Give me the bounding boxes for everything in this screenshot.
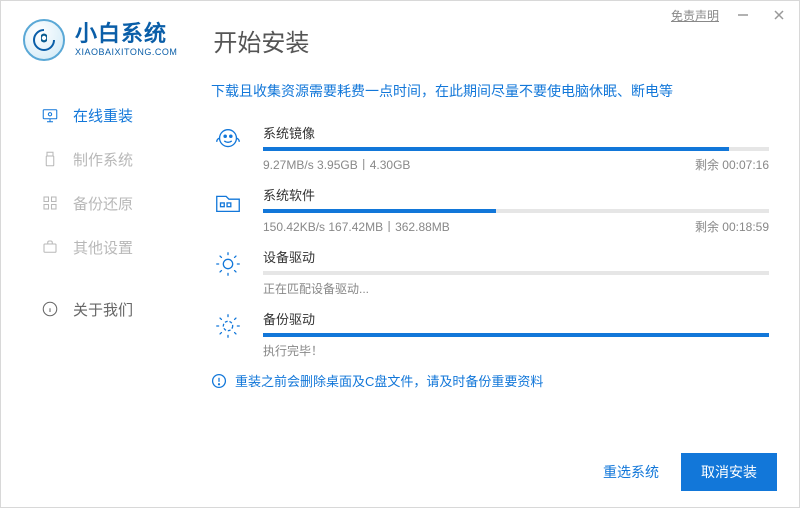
progress-bar (263, 271, 769, 275)
warning-text: 重装之前会删除桌面及C盘文件，请及时备份重要资料 (235, 371, 543, 390)
sidebar-item-about[interactable]: 关于我们 (1, 287, 177, 331)
image-task-icon (211, 123, 245, 157)
grid-icon (41, 194, 59, 212)
task-system-image: 系统镜像 9.27MB/s 3.95GB丨4.30GB 剩余 00:07:16 (211, 123, 769, 173)
task-drivers: 设备驱动 正在匹配设备驱动... (211, 247, 769, 297)
task-software: 系统软件 150.42KB/s 167.42MB丨362.88MB 剩余 00:… (211, 185, 769, 235)
briefcase-icon (41, 238, 59, 256)
progress-fill (263, 209, 496, 213)
warning-row: 重装之前会删除桌面及C盘文件，请及时备份重要资料 (211, 371, 769, 390)
gear-icon (211, 247, 245, 281)
progress-bar (263, 147, 769, 151)
task-backup-drivers: 备份驱动 执行完毕！ (211, 309, 769, 359)
task-title: 系统镜像 (263, 123, 769, 142)
sidebar-item-label: 其他设置 (73, 237, 133, 258)
minimize-button[interactable] (731, 3, 755, 27)
task-detail: 150.42KB/s 167.42MB丨362.88MB (263, 218, 450, 235)
info-icon (41, 300, 59, 318)
sidebar-item-reinstall[interactable]: 在线重装 (1, 93, 177, 137)
software-task-icon (211, 185, 245, 219)
task-title: 系统软件 (263, 185, 769, 204)
main-content: 下载且收集资源需要耗费一点时间，在此期间尽量不要使电脑休眠、断电等 系统镜像 9… (177, 75, 799, 390)
gear-dashed-icon (211, 309, 245, 343)
cancel-install-button[interactable]: 取消安装 (681, 453, 777, 491)
brand-name: 小白系统 (75, 23, 177, 45)
brand-sub: XIAOBAIXITONG.COM (75, 48, 177, 57)
warning-icon (211, 373, 227, 389)
task-status: 执行完毕！ (263, 342, 769, 359)
task-status: 正在匹配设备驱动... (263, 280, 769, 297)
page-title: 开始安装 (213, 23, 309, 58)
sidebar-item-label: 制作系统 (73, 149, 133, 170)
install-notice: 下载且收集资源需要耗费一点时间，在此期间尽量不要使电脑休眠、断电等 (211, 81, 769, 101)
usb-icon (41, 150, 59, 168)
task-remain: 剩余 00:07:16 (695, 156, 769, 173)
sidebar-item-label: 在线重装 (73, 105, 133, 126)
progress-bar (263, 333, 769, 337)
sidebar-item-settings[interactable]: 其他设置 (1, 225, 177, 269)
task-detail: 9.27MB/s 3.95GB丨4.30GB (263, 156, 410, 173)
progress-fill (263, 333, 769, 337)
disclaimer-link[interactable]: 免责声明 (671, 7, 719, 24)
sidebar-item-make[interactable]: 制作系统 (1, 137, 177, 181)
sidebar: 在线重装 制作系统 备份还原 其他设置 关于我们 (1, 75, 177, 390)
task-title: 设备驱动 (263, 247, 769, 266)
task-title: 备份驱动 (263, 309, 769, 328)
progress-fill (263, 147, 729, 151)
logo-icon (23, 19, 65, 61)
monitor-icon (41, 106, 59, 124)
close-button[interactable] (767, 3, 791, 27)
sidebar-item-label: 备份还原 (73, 193, 133, 214)
task-remain: 剩余 00:18:59 (695, 218, 769, 235)
reselect-button[interactable]: 重选系统 (603, 462, 659, 482)
sidebar-item-label: 关于我们 (73, 299, 133, 320)
progress-bar (263, 209, 769, 213)
sidebar-item-backup[interactable]: 备份还原 (1, 181, 177, 225)
